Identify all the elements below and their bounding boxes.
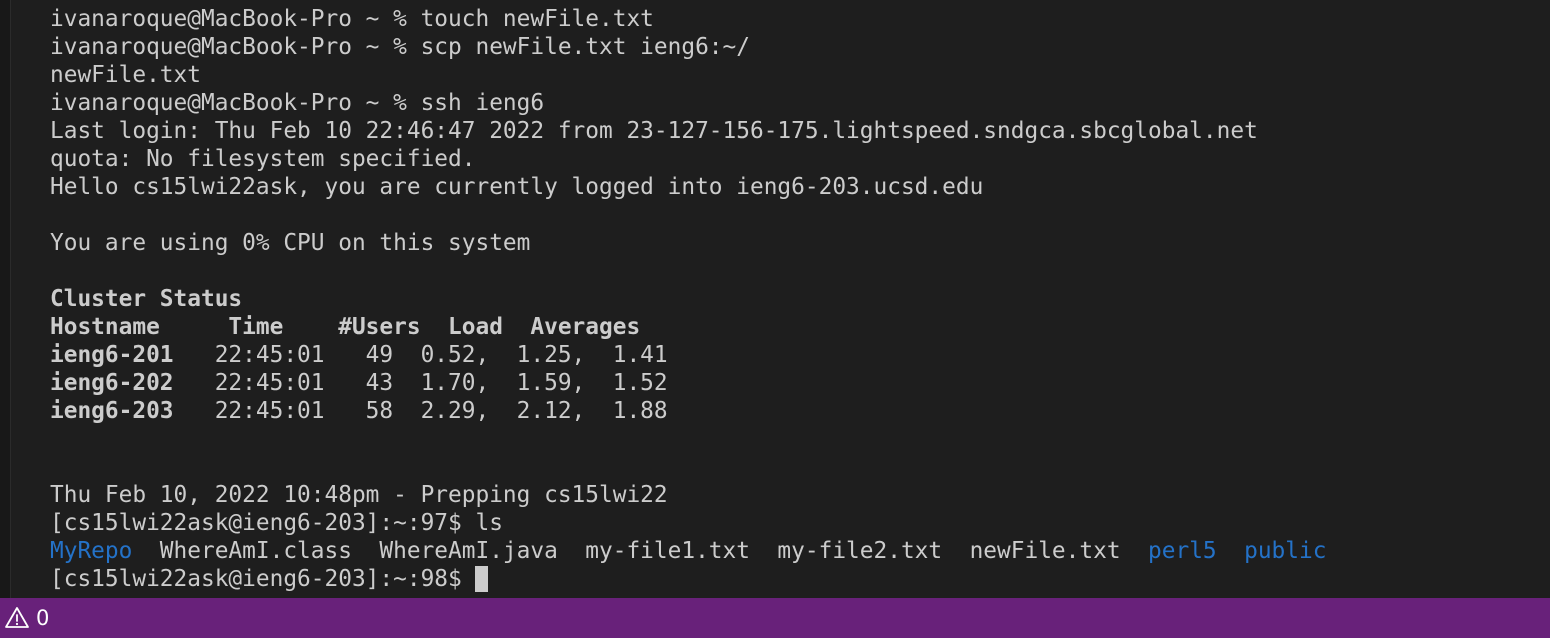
terminal-line: [cs15lwi22ask@ieng6-203]:~:98$ — [50, 565, 1550, 593]
terminal-text: quota: No filesystem specified. — [50, 146, 476, 172]
terminal-text: 22:45:01 43 1.70, 1.59, 1.52 — [173, 370, 668, 396]
terminal-line: ivanaroque@MacBook-Pro ~ % scp newFile.t… — [50, 33, 1550, 61]
problems-status-item[interactable]: 0 — [0, 598, 49, 638]
terminal-text: ivanaroque@MacBook-Pro ~ % scp newFile.t… — [50, 34, 750, 60]
terminal-line: Cluster Status — [50, 285, 1550, 313]
terminal-line: newFile.txt — [50, 61, 1550, 89]
terminal-text: You are using 0% CPU on this system — [50, 230, 531, 256]
terminal-line: ieng6-203 22:45:01 58 2.29, 2.12, 1.88 — [50, 397, 1550, 425]
terminal-text: WhereAmI.class WhereAmI.java my-file1.tx… — [132, 538, 1149, 564]
terminal-text: ivanaroque@MacBook-Pro ~ % ssh ieng6 — [50, 90, 545, 116]
terminal-line: ieng6-201 22:45:01 49 0.52, 1.25, 1.41 — [50, 341, 1550, 369]
directory-entry: public — [1244, 538, 1327, 564]
vscode-terminal-window: ivanaroque@MacBook-Pro ~ % touch newFile… — [0, 0, 1550, 638]
terminal-text: newFile.txt — [50, 62, 201, 88]
terminal-line: Hostname Time #Users Load Averages — [50, 313, 1550, 341]
terminal-text: Last login: Thu Feb 10 22:46:47 2022 fro… — [50, 118, 1258, 144]
editor-left-gutter — [0, 0, 11, 598]
terminal-text: Hostname Time #Users Load Averages — [50, 314, 641, 340]
terminal-text: Cluster Status — [50, 286, 243, 312]
terminal-line: Thu Feb 10, 2022 10:48pm - Prepping cs15… — [50, 481, 1550, 509]
terminal-text: 22:45:01 58 2.29, 2.12, 1.88 — [173, 398, 668, 424]
terminal-text: [cs15lwi22ask@ieng6-203]:~:98$ — [50, 566, 476, 592]
directory-entry: MyRepo — [50, 538, 133, 564]
terminal-text: 22:45:01 49 0.52, 1.25, 1.41 — [173, 342, 668, 368]
terminal-text: ivanaroque@MacBook-Pro ~ % touch newFile… — [50, 6, 654, 32]
terminal-text: ieng6-202 — [50, 370, 174, 396]
terminal-line: ieng6-202 22:45:01 43 1.70, 1.59, 1.52 — [50, 369, 1550, 397]
terminal-text: Hello cs15lwi22ask, you are currently lo… — [50, 174, 984, 200]
terminal-line: MyRepo WhereAmI.class WhereAmI.java my-f… — [50, 537, 1550, 565]
terminal-text: [cs15lwi22ask@ieng6-203]:~:97$ ls — [50, 510, 503, 536]
terminal-text: Thu Feb 10, 2022 10:48pm - Prepping cs15… — [50, 482, 668, 508]
terminal-line: [cs15lwi22ask@ieng6-203]:~:97$ ls — [50, 509, 1550, 537]
status-bar: 0 — [0, 598, 1550, 638]
terminal-text: ieng6-203 — [50, 398, 174, 424]
terminal-line: ivanaroque@MacBook-Pro ~ % ssh ieng6 — [50, 89, 1550, 117]
warning-icon — [4, 605, 30, 631]
directory-entry: perl5 — [1148, 538, 1217, 564]
terminal-line: You are using 0% CPU on this system — [50, 229, 1550, 257]
terminal-cursor — [475, 566, 489, 592]
terminal-line: Last login: Thu Feb 10 22:46:47 2022 fro… — [50, 117, 1550, 145]
terminal-line: ivanaroque@MacBook-Pro ~ % touch newFile… — [50, 5, 1550, 33]
terminal-line: Hello cs15lwi22ask, you are currently lo… — [50, 173, 1550, 201]
terminal-line: quota: No filesystem specified. — [50, 145, 1550, 173]
terminal-output[interactable]: ivanaroque@MacBook-Pro ~ % touch newFile… — [50, 5, 1550, 598]
terminal-text: ieng6-201 — [50, 342, 174, 368]
problems-count: 0 — [36, 606, 50, 630]
